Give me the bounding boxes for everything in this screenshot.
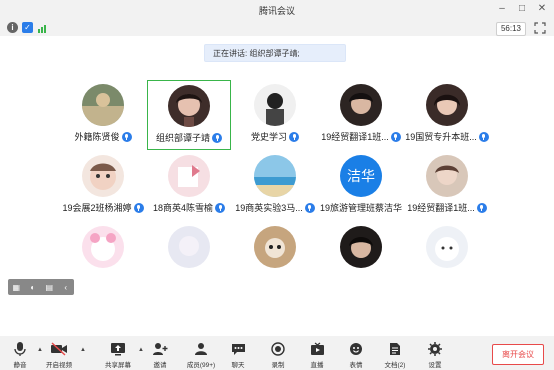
chat-button[interactable]: 聊天 xyxy=(219,341,257,369)
avatar xyxy=(426,226,468,268)
microphone-icon xyxy=(14,342,26,356)
emoji-icon xyxy=(350,343,362,355)
shield-icon[interactable]: ✓ xyxy=(22,22,33,33)
participant-tile[interactable]: 19经贸翻译1班... xyxy=(405,151,489,221)
document-icon xyxy=(390,343,400,355)
participant-tile[interactable]: 外籍陈贤俊 xyxy=(61,80,145,150)
avatar xyxy=(340,226,382,268)
mic-icon xyxy=(215,202,226,213)
list-view-icon[interactable]: ▤ xyxy=(44,282,54,292)
participant-name: 组织部谭子靖 xyxy=(155,133,210,143)
participant-tile[interactable]: 洁华 19旅游管理班蔡洁华 xyxy=(319,151,403,221)
invite-icon xyxy=(153,343,168,355)
video-button[interactable]: 开启视频 xyxy=(40,341,78,369)
mic-icon xyxy=(133,202,144,213)
gear-icon xyxy=(428,342,442,356)
participant-name: 外籍陈贤俊 xyxy=(74,132,120,142)
avatar xyxy=(82,84,124,126)
meeting-toolbar: 静音 ▲ 开启视频 ▲ 共享屏幕 ▲ 邀请 成员(99+) 聊天 录制 直播 表… xyxy=(0,336,554,370)
participant-tile[interactable] xyxy=(319,222,403,292)
avatar xyxy=(168,85,210,127)
info-icon[interactable]: i xyxy=(7,22,18,33)
leave-meeting-button[interactable]: 离开会议 xyxy=(492,344,544,365)
avatar xyxy=(82,226,124,268)
participant-tile[interactable]: 19商英实验3马... xyxy=(233,151,317,221)
avatar xyxy=(340,84,382,126)
chat-icon xyxy=(231,344,245,355)
participant-tile[interactable] xyxy=(233,222,317,292)
mic-icon xyxy=(212,132,222,143)
participant-tile[interactable] xyxy=(405,222,489,292)
participant-tile[interactable]: 19国贸专升本班... xyxy=(405,80,489,150)
live-button[interactable]: 直播 xyxy=(298,341,336,369)
reactions-button[interactable]: 表情 xyxy=(337,341,375,369)
camera-off-icon xyxy=(51,342,67,356)
participant-name: 19旅游管理班蔡洁华 xyxy=(319,203,402,213)
mic-icon xyxy=(289,131,299,142)
participant-name: 19会展2班杨湘婷 xyxy=(62,203,132,213)
members-icon xyxy=(195,343,207,355)
record-icon xyxy=(271,342,285,356)
speaker-view-icon[interactable]: ◐ xyxy=(28,282,38,292)
minimize-icon[interactable]: – xyxy=(496,3,508,15)
window-title: 腾讯会议 xyxy=(258,6,295,16)
participant-tile[interactable] xyxy=(147,222,231,292)
video-gallery: 正在讲话: 组织部谭子靖; 外籍陈贤俊 组织部谭子靖 党史学习 19经贸翻译1班… xyxy=(0,36,554,336)
members-button[interactable]: 成员(99+) xyxy=(182,341,220,369)
record-button[interactable]: 录制 xyxy=(259,341,297,369)
title-bar: 腾讯会议 – □ ✕ xyxy=(0,0,554,20)
avatar xyxy=(254,226,296,268)
participant-name: 19国贸专升本班... xyxy=(405,132,477,142)
settings-button[interactable]: 设置 xyxy=(416,341,454,369)
close-icon[interactable]: ✕ xyxy=(536,3,548,15)
mic-icon xyxy=(476,202,487,213)
avatar xyxy=(168,226,210,268)
mic-icon xyxy=(304,202,315,213)
share-screen-button[interactable]: 共享屏幕 xyxy=(99,341,137,369)
mic-icon xyxy=(478,131,489,142)
participant-tile[interactable]: 19经贸翻译1班... xyxy=(319,80,403,150)
status-bar: i ✓ 56:13 xyxy=(0,20,554,36)
invite-button[interactable]: 邀请 xyxy=(141,341,179,369)
avatar xyxy=(254,84,296,126)
collapse-icon[interactable]: ‹ xyxy=(61,282,71,292)
grid-icon[interactable]: ▦ xyxy=(11,282,21,292)
participant-name: 18商英4陈雪榆 xyxy=(152,203,214,213)
live-stream-icon xyxy=(310,342,324,355)
avatar xyxy=(168,155,210,197)
fullscreen-icon[interactable] xyxy=(534,22,546,34)
avatar xyxy=(82,155,124,197)
participant-name: 19经贸翻译1班... xyxy=(407,203,475,213)
meeting-timer: 56:13 xyxy=(495,22,526,36)
view-controls: ▦ ◐ ▤ ‹ xyxy=(8,279,74,295)
participant-name: 党史学习 xyxy=(250,132,287,142)
participant-tile[interactable]: 19会展2班杨湘婷 xyxy=(61,151,145,221)
share-screen-icon xyxy=(111,343,125,356)
video-options-caret[interactable]: ▲ xyxy=(80,347,86,353)
speaking-indicator: 正在讲话: 组织部谭子靖; xyxy=(204,44,346,62)
participant-tile[interactable]: 党史学习 xyxy=(233,80,317,150)
maximize-icon[interactable]: □ xyxy=(516,3,528,15)
participant-tile[interactable]: 18商英4陈雪榆 xyxy=(147,151,231,221)
avatar xyxy=(426,84,468,126)
avatar xyxy=(426,155,468,197)
mute-button[interactable]: 静音 xyxy=(1,341,39,369)
signal-icon[interactable] xyxy=(38,23,48,33)
participant-name: 19经贸翻译1班... xyxy=(321,132,389,142)
participant-name: 19商英实验3马... xyxy=(235,203,303,213)
mic-icon xyxy=(390,131,401,142)
avatar: 洁华 xyxy=(340,155,382,197)
avatar xyxy=(254,155,296,197)
docs-button[interactable]: 文档(2) xyxy=(376,341,414,369)
participant-tile-active[interactable]: 组织部谭子靖 xyxy=(147,80,231,150)
window-controls: – □ ✕ xyxy=(496,3,548,15)
mic-icon xyxy=(121,131,132,142)
